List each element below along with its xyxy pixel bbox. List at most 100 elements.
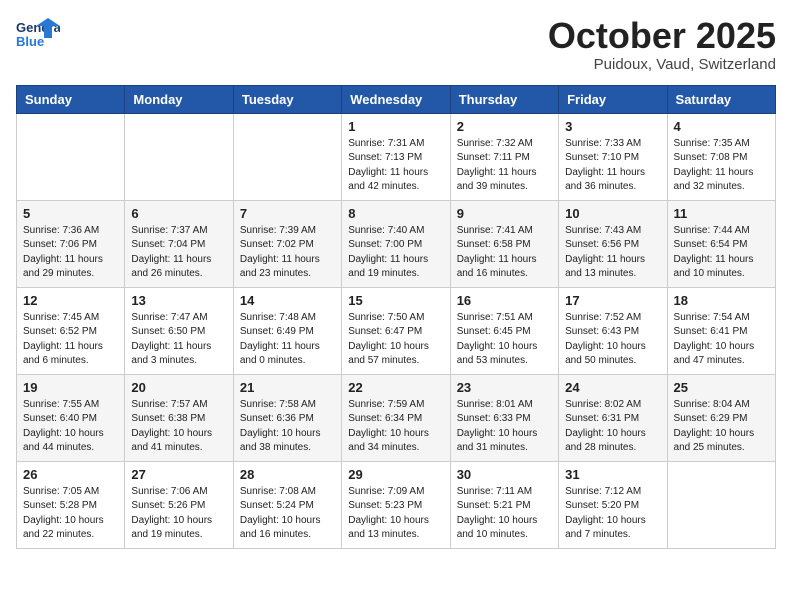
- day-number: 11: [674, 206, 769, 221]
- calendar-cell: 18 Sunrise: 7:54 AM Sunset: 6:41 PM Dayli…: [667, 287, 775, 374]
- calendar-cell: 21 Sunrise: 7:58 AM Sunset: 6:36 PM Dayli…: [233, 374, 341, 461]
- day-number: 13: [131, 293, 226, 308]
- calendar-cell: 14 Sunrise: 7:48 AM Sunset: 6:49 PM Dayli…: [233, 287, 341, 374]
- day-number: 15: [348, 293, 443, 308]
- calendar-cell: 2 Sunrise: 7:32 AM Sunset: 7:11 PM Daylig…: [450, 113, 558, 200]
- day-number: 31: [565, 467, 660, 482]
- calendar-week-row: 26Sunrise: 7:05 AM Sunset: 5:28 PM Dayli…: [17, 461, 776, 548]
- calendar-cell: 6Sunrise: 7:37 AM Sunset: 7:04 PM Daylig…: [125, 200, 233, 287]
- weekday-header: Sunday: [17, 85, 125, 113]
- day-info: Sunrise: 7:51 AM Sunset: 6:45 PM Dayligh…: [457, 311, 552, 369]
- day-info: Sunrise: 7:06 AM Sunset: 5:26 PM Dayligh…: [131, 485, 226, 543]
- day-info: Sunrise: 7:36 AM Sunset: 7:06 PM Dayligh…: [23, 224, 118, 282]
- day-number: 20: [131, 380, 226, 395]
- day-number: 2: [457, 119, 552, 134]
- weekday-header-row: SundayMondayTuesdayWednesdayThursdayFrid…: [17, 85, 776, 113]
- calendar-cell: [667, 461, 775, 548]
- day-info: Sunrise: 7:31 AM Sunset: 7:13 PM Dayligh…: [348, 137, 443, 195]
- day-number: 27: [131, 467, 226, 482]
- day-info: Sunrise: 7:35 AM Sunset: 7:08 PM Dayligh…: [674, 137, 769, 195]
- day-number: 16: [457, 293, 552, 308]
- calendar-cell: [233, 113, 341, 200]
- day-number: 28: [240, 467, 335, 482]
- calendar-cell: 3Sunrise: 7:33 AM Sunset: 7:10 PM Daylig…: [559, 113, 667, 200]
- day-number: 12: [23, 293, 118, 308]
- svg-text:Blue: Blue: [16, 34, 44, 49]
- day-number: 7: [240, 206, 335, 221]
- logo-icon: General Blue: [16, 16, 60, 52]
- weekday-header: Wednesday: [342, 85, 450, 113]
- day-info: Sunrise: 7:43 AM Sunset: 6:56 PM Dayligh…: [565, 224, 660, 282]
- day-info: Sunrise: 7:57 AM Sunset: 6:38 PM Dayligh…: [131, 398, 226, 456]
- day-info: Sunrise: 7:11 AM Sunset: 5:21 PM Dayligh…: [457, 485, 552, 543]
- calendar-cell: 11 Sunrise: 7:44 AM Sunset: 6:54 PM Dayli…: [667, 200, 775, 287]
- day-number: 9: [457, 206, 552, 221]
- day-number: 24: [565, 380, 660, 395]
- day-info: Sunrise: 7:39 AM Sunset: 7:02 PM Dayligh…: [240, 224, 335, 282]
- day-number: 14: [240, 293, 335, 308]
- calendar-week-row: 12 Sunrise: 7:45 AM Sunset: 6:52 PM Dayli…: [17, 287, 776, 374]
- day-info: Sunrise: 7:54 AM Sunset: 6:41 PM Dayligh…: [674, 311, 769, 369]
- calendar-cell: 15Sunrise: 7:50 AM Sunset: 6:47 PM Dayli…: [342, 287, 450, 374]
- weekday-header: Tuesday: [233, 85, 341, 113]
- day-number: 29: [348, 467, 443, 482]
- calendar-cell: 8 Sunrise: 7:40 AM Sunset: 7:00 PM Daylig…: [342, 200, 450, 287]
- day-number: 23: [457, 380, 552, 395]
- day-number: 30: [457, 467, 552, 482]
- calendar-cell: 5 Sunrise: 7:36 AM Sunset: 7:06 PM Daylig…: [17, 200, 125, 287]
- day-info: Sunrise: 7:52 AM Sunset: 6:43 PM Dayligh…: [565, 311, 660, 369]
- calendar-cell: 16 Sunrise: 7:51 AM Sunset: 6:45 PM Dayli…: [450, 287, 558, 374]
- location: Puidoux, Vaud, Switzerland: [548, 56, 776, 73]
- calendar-cell: 22 Sunrise: 7:59 AM Sunset: 6:34 PM Dayli…: [342, 374, 450, 461]
- day-info: Sunrise: 7:41 AM Sunset: 6:58 PM Dayligh…: [457, 224, 552, 282]
- day-info: Sunrise: 7:40 AM Sunset: 7:00 PM Dayligh…: [348, 224, 443, 282]
- calendar-week-row: 19Sunrise: 7:55 AM Sunset: 6:40 PM Dayli…: [17, 374, 776, 461]
- day-info: Sunrise: 7:47 AM Sunset: 6:50 PM Dayligh…: [131, 311, 226, 369]
- calendar-cell: 30 Sunrise: 7:11 AM Sunset: 5:21 PM Dayli…: [450, 461, 558, 548]
- calendar-cell: 29 Sunrise: 7:09 AM Sunset: 5:23 PM Dayli…: [342, 461, 450, 548]
- calendar-cell: 27 Sunrise: 7:06 AM Sunset: 5:26 PM Dayli…: [125, 461, 233, 548]
- day-info: Sunrise: 7:45 AM Sunset: 6:52 PM Dayligh…: [23, 311, 118, 369]
- day-info: Sunrise: 7:32 AM Sunset: 7:11 PM Dayligh…: [457, 137, 552, 195]
- day-info: Sunrise: 7:59 AM Sunset: 6:34 PM Dayligh…: [348, 398, 443, 456]
- calendar-cell: 7 Sunrise: 7:39 AM Sunset: 7:02 PM Daylig…: [233, 200, 341, 287]
- calendar-cell: 10 Sunrise: 7:43 AM Sunset: 6:56 PM Dayli…: [559, 200, 667, 287]
- day-number: 21: [240, 380, 335, 395]
- calendar-cell: 28Sunrise: 7:08 AM Sunset: 5:24 PM Dayli…: [233, 461, 341, 548]
- calendar-cell: [125, 113, 233, 200]
- weekday-header: Saturday: [667, 85, 775, 113]
- day-info: Sunrise: 8:02 AM Sunset: 6:31 PM Dayligh…: [565, 398, 660, 456]
- weekday-header: Thursday: [450, 85, 558, 113]
- day-info: Sunrise: 7:58 AM Sunset: 6:36 PM Dayligh…: [240, 398, 335, 456]
- weekday-header: Monday: [125, 85, 233, 113]
- day-info: Sunrise: 7:55 AM Sunset: 6:40 PM Dayligh…: [23, 398, 118, 456]
- calendar-cell: 13 Sunrise: 7:47 AM Sunset: 6:50 PM Dayli…: [125, 287, 233, 374]
- day-number: 18: [674, 293, 769, 308]
- day-info: Sunrise: 7:09 AM Sunset: 5:23 PM Dayligh…: [348, 485, 443, 543]
- day-info: Sunrise: 7:44 AM Sunset: 6:54 PM Dayligh…: [674, 224, 769, 282]
- day-number: 4: [674, 119, 769, 134]
- day-number: 10: [565, 206, 660, 221]
- calendar-cell: 23 Sunrise: 8:01 AM Sunset: 6:33 PM Dayli…: [450, 374, 558, 461]
- calendar-cell: 25Sunrise: 8:04 AM Sunset: 6:29 PM Dayli…: [667, 374, 775, 461]
- day-number: 22: [348, 380, 443, 395]
- calendar-cell: 19Sunrise: 7:55 AM Sunset: 6:40 PM Dayli…: [17, 374, 125, 461]
- calendar-cell: 26Sunrise: 7:05 AM Sunset: 5:28 PM Dayli…: [17, 461, 125, 548]
- logo: General Blue: [16, 16, 62, 52]
- calendar-cell: 4 Sunrise: 7:35 AM Sunset: 7:08 PM Daylig…: [667, 113, 775, 200]
- day-number: 25: [674, 380, 769, 395]
- calendar-week-row: 1 Sunrise: 7:31 AM Sunset: 7:13 PM Daylig…: [17, 113, 776, 200]
- calendar-cell: 17Sunrise: 7:52 AM Sunset: 6:43 PM Dayli…: [559, 287, 667, 374]
- calendar-cell: 9 Sunrise: 7:41 AM Sunset: 6:58 PM Daylig…: [450, 200, 558, 287]
- page-header: General Blue October 2025 Puidoux, Vaud,…: [16, 16, 776, 73]
- day-number: 5: [23, 206, 118, 221]
- calendar-cell: [17, 113, 125, 200]
- day-number: 8: [348, 206, 443, 221]
- title-block: October 2025 Puidoux, Vaud, Switzerland: [548, 16, 776, 73]
- day-info: Sunrise: 8:01 AM Sunset: 6:33 PM Dayligh…: [457, 398, 552, 456]
- day-info: Sunrise: 7:12 AM Sunset: 5:20 PM Dayligh…: [565, 485, 660, 543]
- day-number: 1: [348, 119, 443, 134]
- day-info: Sunrise: 7:48 AM Sunset: 6:49 PM Dayligh…: [240, 311, 335, 369]
- weekday-header: Friday: [559, 85, 667, 113]
- day-info: Sunrise: 7:05 AM Sunset: 5:28 PM Dayligh…: [23, 485, 118, 543]
